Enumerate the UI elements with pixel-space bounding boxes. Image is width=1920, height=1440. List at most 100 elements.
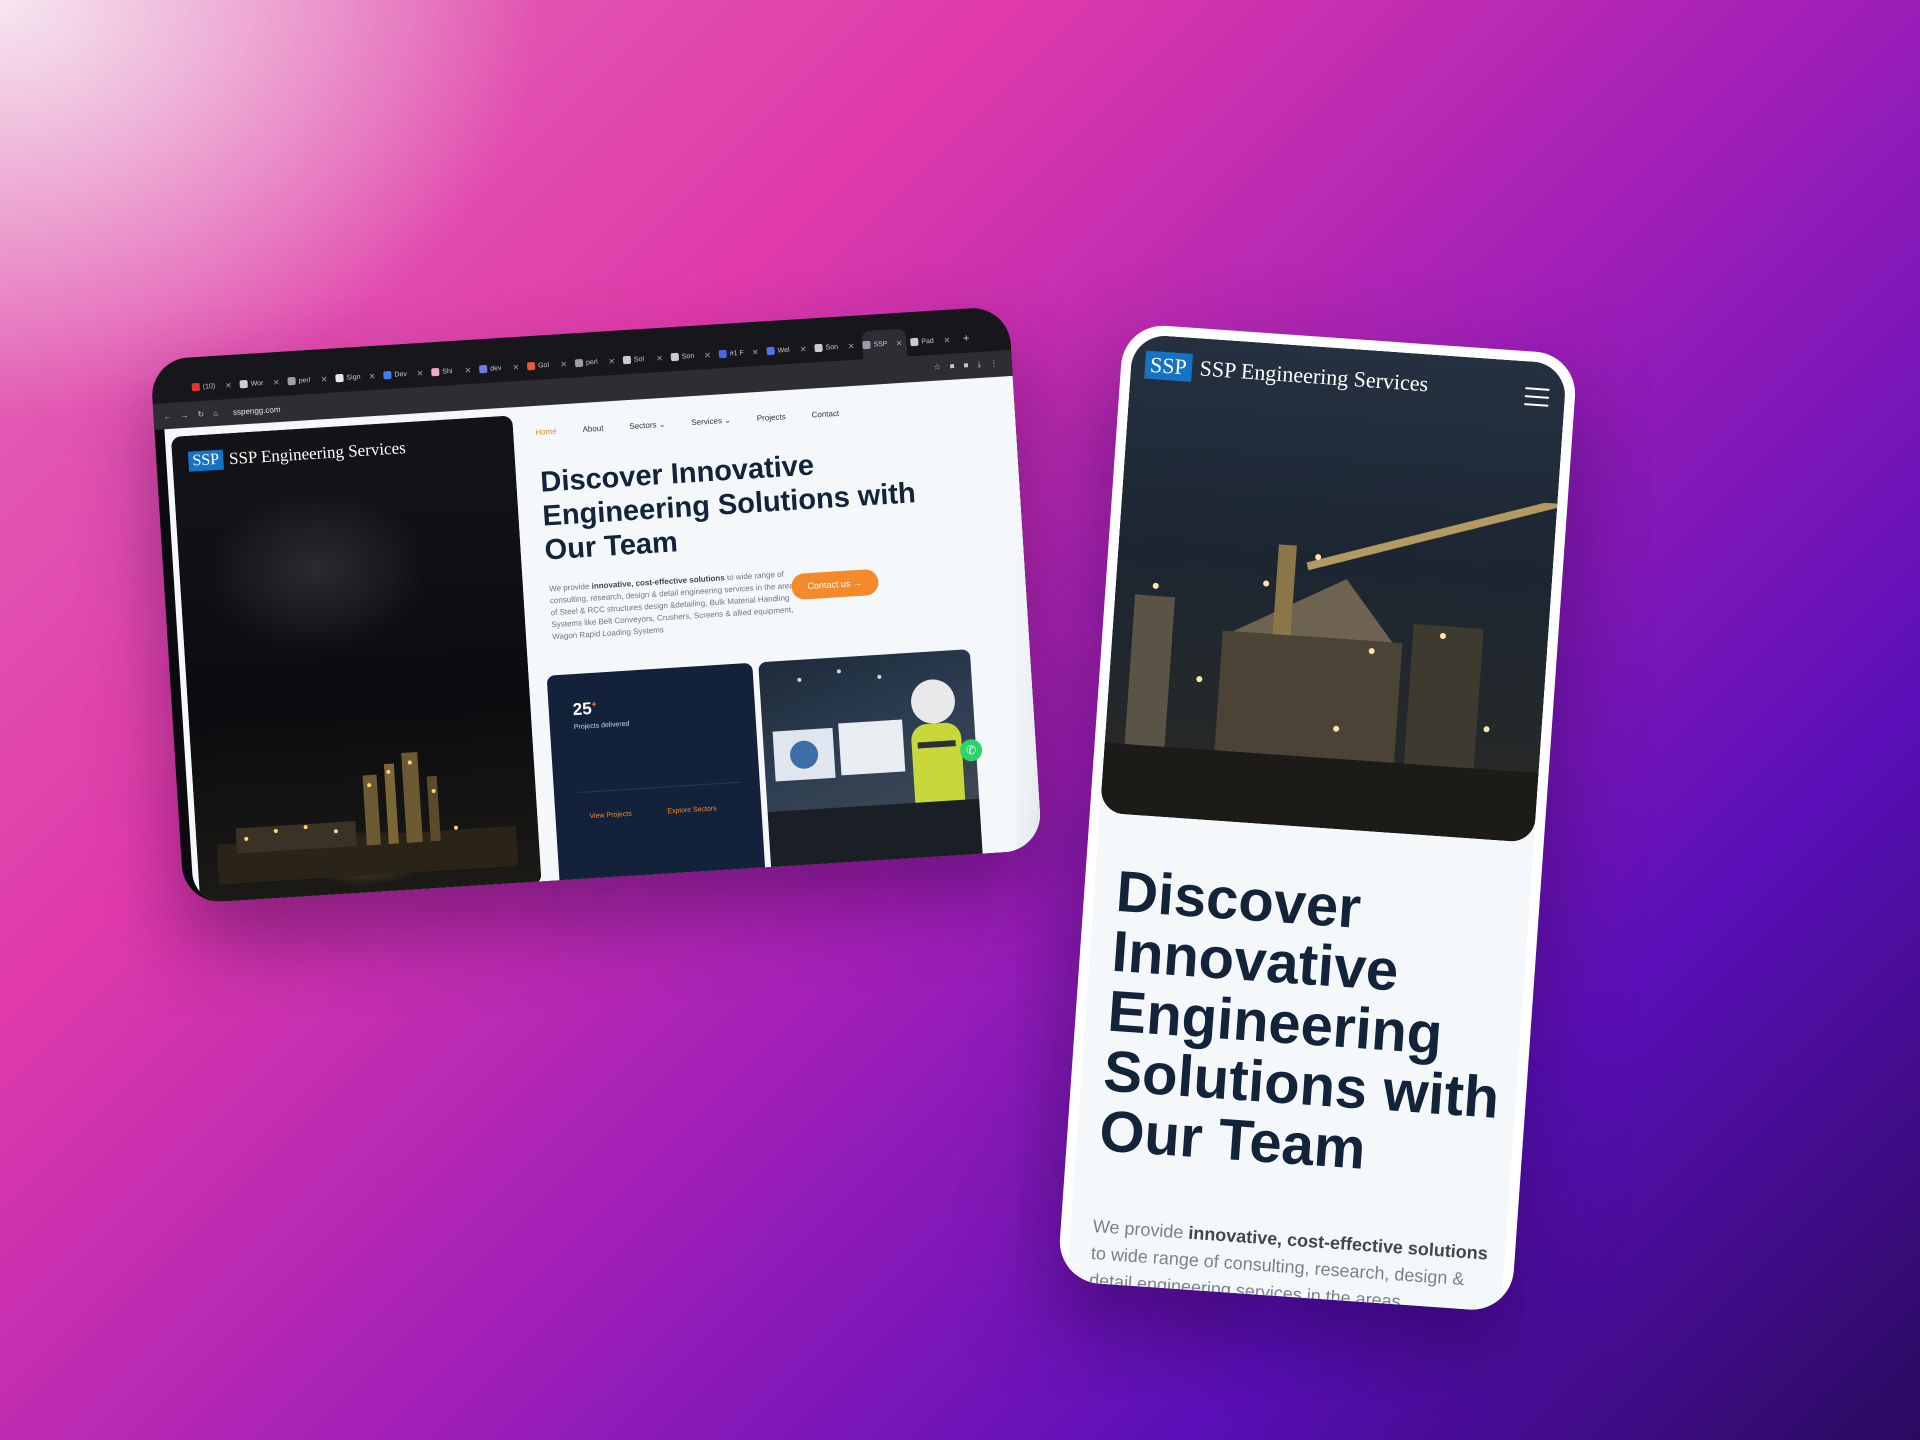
nav-services[interactable]: Services ⌄ xyxy=(691,416,731,427)
mobile-mockup: SSP SSP Engineering Services Discover In… xyxy=(1057,323,1578,1313)
browser-tab[interactable]: Dev ✕ xyxy=(383,359,429,390)
close-icon[interactable]: ✕ xyxy=(608,356,615,365)
plus-icon: + xyxy=(962,332,970,345)
toolbar-icons: ☆ ■ ■ ⤓ ⋮ xyxy=(933,359,998,373)
home-icon[interactable]: ⌂ xyxy=(213,408,218,417)
browser-tab[interactable]: Sign ✕ xyxy=(335,362,381,393)
browser-tab[interactable]: Son ✕ xyxy=(670,341,716,372)
tab-favicon-icon xyxy=(622,355,632,365)
logo-name: SSP Engineering Services xyxy=(1198,355,1430,397)
browser-tab[interactable]: Pad ✕ xyxy=(910,325,956,356)
whatsapp-icon: ✆ xyxy=(965,742,977,758)
nav-projects[interactable]: Projects xyxy=(757,412,786,423)
tab-label: SSP xyxy=(873,340,888,349)
browser-tab[interactable]: dev ✕ xyxy=(478,353,524,384)
download-icon[interactable]: ⤓ xyxy=(977,360,981,370)
stats-card: 25+ Projects delivered View Projects Exp… xyxy=(546,662,767,896)
view-projects-link[interactable]: View Projects xyxy=(589,811,632,821)
logo-mark: SSP xyxy=(187,449,224,472)
tab-label: Son xyxy=(825,343,839,352)
tab-favicon-icon xyxy=(910,337,919,347)
forward-arrow-icon[interactable]: → xyxy=(180,410,189,419)
close-icon[interactable]: ✕ xyxy=(848,341,855,350)
url-field[interactable]: sspengg.com xyxy=(233,404,281,416)
close-icon[interactable]: ✕ xyxy=(560,359,567,368)
reload-icon[interactable]: ↻ xyxy=(197,409,204,418)
refinery-hero-image: SSP SSP Engineering Services xyxy=(170,415,542,904)
projects-label: Projects delivered xyxy=(573,720,630,732)
browser-tab[interactable]: Wel ✕ xyxy=(766,335,812,366)
tab-favicon-icon xyxy=(383,370,392,380)
nav-sectors[interactable]: Sectors ⌄ xyxy=(629,420,666,431)
close-icon[interactable]: ✕ xyxy=(512,362,519,371)
close-icon[interactable]: ✕ xyxy=(321,374,328,383)
browser-tab-active[interactable]: SSP ✕ xyxy=(861,328,908,360)
hero-headline: Discover Innovative Engineering Solution… xyxy=(539,449,917,567)
desktop-mockup: (10) ✕ Wor ✕ perl ✕ Sign ✕ Dev ✕ Shi ✕ dev ✕ Go… xyxy=(150,306,1043,904)
nav-home[interactable]: Home xyxy=(535,427,557,437)
mobile-screen: SSP SSP Engineering Services Discover In… xyxy=(1067,333,1568,1312)
close-icon[interactable]: ✕ xyxy=(943,335,950,344)
mobile-hero-image: SSP SSP Engineering Services xyxy=(1099,333,1568,843)
browser-tab[interactable]: #1 F ✕ xyxy=(718,338,764,369)
tab-label: perl xyxy=(585,358,598,367)
tab-label: Sol xyxy=(633,355,645,364)
tab-favicon-icon xyxy=(526,361,536,371)
close-icon[interactable]: ✕ xyxy=(895,338,902,347)
extension-icon[interactable]: ■ xyxy=(963,361,968,371)
hamburger-menu-icon[interactable] xyxy=(1524,387,1550,407)
browser-tab[interactable]: perl ✕ xyxy=(287,365,333,396)
logo-mark: SSP xyxy=(1144,350,1193,382)
refinery-illustration xyxy=(216,751,519,885)
new-tab-button[interactable]: + xyxy=(957,324,975,353)
star-icon[interactable]: ☆ xyxy=(933,362,941,372)
browser-tab[interactable]: Gol ✕ xyxy=(526,350,572,381)
divider xyxy=(577,781,742,793)
mobile-hero-intro: We provide innovative, cost-effective so… xyxy=(1088,1213,1498,1312)
close-icon[interactable]: ✕ xyxy=(225,380,232,389)
tab-label: Wor xyxy=(250,379,264,388)
browser-tab[interactable]: Son ✕ xyxy=(814,332,860,363)
industrial-plant-illustration xyxy=(1099,499,1558,843)
close-icon[interactable]: ✕ xyxy=(704,350,711,359)
back-arrow-icon[interactable]: ← xyxy=(163,411,172,420)
tab-label: (10) xyxy=(202,382,216,391)
close-icon[interactable]: ✕ xyxy=(416,368,423,377)
nav-contact[interactable]: Contact xyxy=(811,409,839,420)
menu-dots-icon[interactable]: ⋮ xyxy=(990,359,999,369)
close-icon[interactable]: ✕ xyxy=(656,353,663,362)
site-logo[interactable]: SSP SSP Engineering Services xyxy=(187,438,406,472)
tab-favicon-icon xyxy=(574,358,584,368)
whatsapp-chat-button[interactable]: ✆ xyxy=(959,738,983,762)
close-icon[interactable]: ✕ xyxy=(464,365,471,374)
tab-favicon-icon xyxy=(335,373,344,383)
tab-label: dev xyxy=(489,364,502,373)
close-icon[interactable]: ✕ xyxy=(368,371,375,380)
tab-favicon-icon xyxy=(670,352,680,362)
tab-label: Pad xyxy=(921,337,935,346)
engineer-at-workstation-image xyxy=(758,649,984,882)
close-icon[interactable]: ✕ xyxy=(273,377,280,386)
browser-tab[interactable]: Wor ✕ xyxy=(239,368,285,399)
browser-tab[interactable]: Shi ✕ xyxy=(430,356,476,387)
tab-favicon-icon xyxy=(191,382,201,392)
extension-icon[interactable]: ■ xyxy=(949,362,954,372)
browser-tab[interactable]: Sol ✕ xyxy=(622,344,668,375)
nav-services-label: Services xyxy=(691,416,723,428)
stat-value: 25 xyxy=(572,698,593,720)
close-icon[interactable]: ✕ xyxy=(800,344,807,353)
tab-label: Sign xyxy=(346,373,361,382)
mobile-site-logo[interactable]: SSP SSP Engineering Services xyxy=(1144,350,1430,399)
site-nav: Home About Sectors ⌄ Services ⌄ Projects… xyxy=(535,409,839,437)
nav-about[interactable]: About xyxy=(582,424,603,434)
tab-label: Son xyxy=(681,352,695,361)
browser-tab[interactable]: perl ✕ xyxy=(574,347,620,378)
tab-label: Dev xyxy=(394,370,408,379)
nav-sectors-label: Sectors xyxy=(629,420,657,432)
explore-sectors-link[interactable]: Explore Sectors xyxy=(667,805,717,815)
contact-us-button[interactable]: Contact us → xyxy=(790,568,879,601)
close-icon[interactable]: ✕ xyxy=(752,347,759,356)
hero-intro: We provide innovative, cost-effective so… xyxy=(549,568,802,644)
browser-tab[interactable]: (10) ✕ xyxy=(191,371,237,402)
intro-prefix: We provide xyxy=(548,581,592,594)
